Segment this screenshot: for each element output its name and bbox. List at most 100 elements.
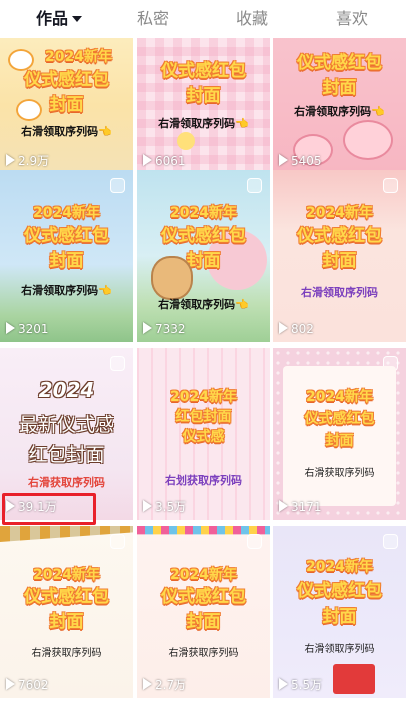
cover-title-line: 2024新年: [33, 567, 100, 583]
cover-subtitle: 右滑领取序列码: [304, 644, 375, 655]
cover-title-line: 红包封面: [28, 444, 105, 466]
play-icon: [279, 678, 288, 690]
cover-subtitle: 右滑领取序列码: [301, 286, 378, 299]
select-checkbox[interactable]: [110, 356, 125, 371]
tab-likes[interactable]: 喜欢: [336, 0, 368, 38]
play-icon: [279, 500, 288, 512]
cover-title-line: 2024新年: [306, 559, 373, 575]
play-icon: [143, 678, 152, 690]
cover-title-line: 封面: [49, 612, 84, 632]
red-envelope-icon: [333, 664, 375, 694]
caret-down-icon: [72, 16, 83, 22]
video-card[interactable]: 仪式感红包 封面 右滑领取序列码👈 5405: [273, 38, 406, 174]
cover-title-line: 封面: [49, 251, 84, 271]
view-count: 5405: [279, 153, 322, 169]
cover-title-line: 2024新年: [306, 205, 373, 221]
cover-title-line: 封面: [325, 433, 354, 449]
cover-title-line: 仪式感红包: [161, 61, 246, 81]
cover-title-line: 仪式感红包: [297, 226, 382, 246]
cover-title-line: 封面: [186, 612, 221, 632]
video-card[interactable]: 2024新年 仪式感红包 封面 右滑获取序列码 7602: [0, 526, 133, 698]
cover-title-line: 最新仪式感: [18, 414, 114, 436]
video-card[interactable]: 2024新年 仪式感红包 封面 右滑领取序列码👈 2.9万: [0, 38, 133, 174]
cover-title-line: 封面: [49, 95, 84, 115]
view-count: 7332: [143, 321, 186, 337]
cover-title-line: 仪式感: [182, 429, 225, 445]
select-checkbox[interactable]: [110, 534, 125, 549]
cover-subtitle: 右划获取序列码: [165, 474, 242, 487]
view-count: 3171: [279, 499, 322, 515]
select-checkbox[interactable]: [247, 178, 262, 193]
play-icon: [6, 154, 15, 166]
cover-title-line: 仪式感红包: [161, 587, 246, 607]
cover-title-line: 仪式感红包: [161, 226, 246, 246]
play-icon: [279, 154, 288, 166]
select-checkbox[interactable]: [383, 178, 398, 193]
video-card[interactable]: 2024新年 仪式感红包 封面 右滑领取序列码👈 3201: [0, 170, 133, 342]
cover-subtitle: 右滑领取序列码👈: [21, 125, 112, 138]
view-count: 5.5万: [279, 677, 322, 693]
cover-subtitle: 右滑获取序列码: [168, 648, 239, 659]
cover-title-line: 仪式感红包: [24, 587, 109, 607]
cover-subtitle: 右滑领取序列码👈: [294, 105, 385, 118]
cover-subtitle: 右滑获取序列码: [31, 648, 102, 659]
select-checkbox[interactable]: [383, 534, 398, 549]
cover-title-line: 2024新年: [33, 205, 100, 221]
cover-title-line: 封面: [186, 86, 221, 106]
cover-title-line: 2024新年: [45, 49, 112, 65]
tab-private-label: 私密: [137, 9, 170, 28]
cover-title-line: 2024新年: [170, 389, 237, 405]
select-checkbox[interactable]: [110, 178, 125, 193]
cover-subtitle: 右滑领取序列码👈: [21, 284, 112, 297]
view-count: 6061: [143, 153, 186, 169]
view-count: 2.7万: [143, 677, 186, 693]
play-icon: [143, 500, 152, 512]
cover-title-line: 仪式感红包: [304, 411, 375, 427]
cover-title-line: 封面: [322, 251, 357, 271]
tab-likes-label: 喜欢: [336, 9, 369, 28]
tab-works-label: 作品: [36, 9, 69, 28]
video-card[interactable]: 2024新年 仪式感红包 封面 右滑领取序列码👈 7332: [137, 170, 270, 342]
cover-subtitle: 右滑获取序列码: [28, 476, 105, 489]
highlight-box: [2, 493, 96, 525]
video-grid: 2024新年 仪式感红包 封面 右滑领取序列码👈 2.9万 仪式感红包 封面 右…: [0, 38, 408, 709]
pig-sticker-icon: [343, 120, 393, 160]
cover-title-line: 仪式感红包: [24, 226, 109, 246]
view-count: 3201: [6, 321, 49, 337]
tab-favorites[interactable]: 收藏: [236, 0, 268, 38]
view-count: 7602: [6, 677, 49, 693]
cover-title-line: 2024: [38, 378, 95, 402]
bear-sticker-icon: [151, 256, 193, 300]
cover-subtitle: 右滑领取序列码👈: [158, 117, 249, 130]
video-card[interactable]: 2024新年 仪式感红包 封面 右滑领取序列码 802: [273, 170, 406, 342]
profile-tab-bar: 作品 私密 收藏 喜欢: [0, 0, 408, 38]
play-icon: [143, 322, 152, 334]
cover-title-line: 仪式感红包: [297, 53, 382, 73]
video-card[interactable]: 2024新年 仪式感红包 封面 右滑获取序列码 3171: [273, 348, 406, 520]
play-icon: [279, 322, 288, 334]
video-card[interactable]: 2024新年 仪式感红包 封面 右滑获取序列码 2.7万: [137, 526, 270, 698]
cover-title-line: 仪式感红包: [297, 581, 382, 601]
tab-favorites-label: 收藏: [236, 9, 269, 28]
cover-subtitle: 右滑领取序列码👈: [158, 298, 249, 311]
select-checkbox[interactable]: [247, 534, 262, 549]
play-icon: [143, 154, 152, 166]
tab-works[interactable]: 作品: [36, 0, 83, 38]
cover-title-line: 仪式感红包: [24, 70, 109, 90]
cover-title-line: 封面: [322, 78, 357, 98]
video-card[interactable]: 仪式感红包 封面 右滑领取序列码👈 6061: [137, 38, 270, 174]
view-count: 3.5万: [143, 499, 186, 515]
cover-title-line: 红包封面: [175, 409, 232, 425]
cover-title-line: 2024新年: [170, 205, 237, 221]
view-count: 2.9万: [6, 153, 49, 169]
tab-private[interactable]: 私密: [137, 0, 169, 38]
cover-title-line: 封面: [322, 607, 357, 627]
cover-subtitle: 右滑获取序列码: [304, 468, 375, 479]
video-card[interactable]: 2024新年 仪式感红包 封面 右滑领取序列码 5.5万: [273, 526, 406, 698]
play-icon: [6, 678, 15, 690]
play-icon: [6, 322, 15, 334]
view-count: 802: [279, 321, 314, 337]
video-card[interactable]: 2024新年 红包封面 仪式感 右划获取序列码 3.5万: [137, 348, 270, 520]
cover-title-line: 2024新年: [170, 567, 237, 583]
moon-sticker-icon: [177, 132, 195, 150]
